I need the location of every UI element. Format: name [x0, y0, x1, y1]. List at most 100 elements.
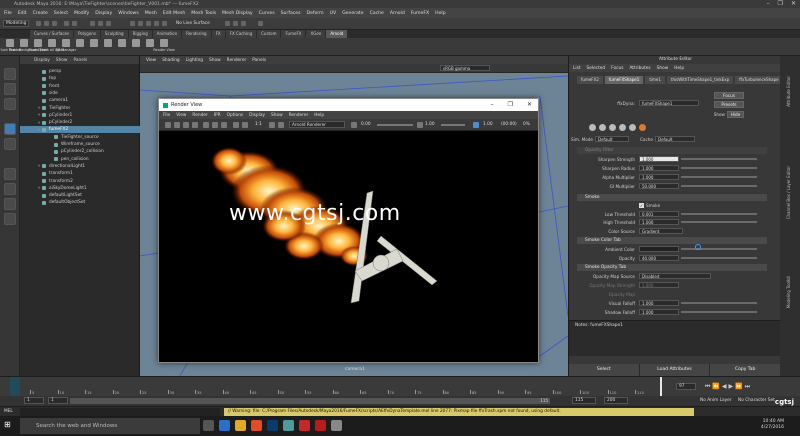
keep-image-icon[interactable] [212, 122, 218, 128]
cache-select[interactable]: Default [655, 136, 695, 142]
outliner-menu-panels[interactable]: Panels [73, 58, 87, 63]
save-scene-icon[interactable] [52, 21, 57, 26]
shelf-tab-fx-caching[interactable]: FX Caching [225, 30, 258, 38]
character-set-label[interactable]: No Character Set [738, 398, 775, 403]
render-icon[interactable] [225, 21, 230, 26]
shelf-button-10[interactable] [144, 39, 156, 55]
region-render-icon[interactable] [192, 122, 198, 128]
smoke-opacity-section[interactable]: Smoke Opacity Tab [577, 264, 767, 271]
undo-icon[interactable] [64, 21, 69, 26]
hide-button[interactable]: Hide [727, 111, 744, 118]
shelf-button-0[interactable]: Flush Texture [0, 39, 21, 55]
menu-curves[interactable]: Curves [259, 11, 275, 16]
snapshot-icon[interactable] [203, 122, 209, 128]
mel-input[interactable] [20, 408, 220, 416]
field-value[interactable]: 1.000 [639, 174, 679, 180]
menu-create[interactable]: Create [33, 11, 48, 16]
exposure-value[interactable]: 0.00 [361, 122, 371, 127]
shelf-button-3[interactable]: Flush all lights [40, 39, 64, 55]
render-menu-renderer[interactable]: Renderer [289, 113, 309, 118]
ae-menu-show[interactable]: Show [657, 66, 669, 71]
outliner-item[interactable]: + fumeFX2 [20, 126, 140, 134]
chrome-icon[interactable] [251, 420, 262, 431]
rotate-tool-icon[interactable] [4, 138, 16, 150]
layout-side-icon[interactable] [4, 198, 16, 210]
outliner-item[interactable]: + directionalLight1 [20, 163, 140, 170]
playback-start-field[interactable]: 1 [48, 397, 68, 404]
outliner-item[interactable]: + TieFighter [20, 105, 140, 112]
outliner-item[interactable]: defaultLightSet [20, 192, 140, 199]
smoke-section[interactable]: Smoke [577, 194, 767, 201]
shelf-button-1[interactable]: Flush Background [9, 39, 39, 55]
snap-view-icon[interactable] [154, 21, 159, 26]
visual-falloff-field[interactable]: 1.000 [639, 300, 679, 306]
node-name-field[interactable]: fumeFXShape1 [639, 100, 699, 106]
redo-render-icon[interactable] [165, 122, 171, 128]
render-view-minimize-button[interactable]: – [491, 101, 494, 108]
ratio-label[interactable]: 1:1 [255, 122, 262, 127]
field-slider[interactable] [681, 167, 757, 169]
anim-layer-label[interactable]: No Anim Layer [700, 398, 732, 403]
smoke-field-slider[interactable] [681, 213, 757, 215]
frame-image-icon[interactable] [269, 122, 275, 128]
alpha-channel-icon[interactable] [242, 122, 248, 128]
outliner-item[interactable]: Wireframe_source [20, 141, 140, 148]
play-back-icon[interactable]: ◀ [722, 383, 727, 391]
outliner-item[interactable]: TieFighter_source [20, 134, 140, 141]
current-frame-marker[interactable] [660, 377, 662, 396]
edge-icon[interactable] [219, 420, 230, 431]
vlc-icon[interactable] [299, 420, 310, 431]
step-forward-icon[interactable]: ⏩ [735, 383, 742, 391]
current-frame-field[interactable]: 97 [676, 383, 696, 390]
menu-windows[interactable]: Windows [118, 11, 139, 16]
shelf-tab-custom[interactable]: Custom [257, 30, 282, 38]
gamma-value[interactable]: 1.00 [425, 122, 435, 127]
menu-deform[interactable]: Deform [307, 11, 324, 16]
ae-menu-focus[interactable]: Focus [611, 66, 623, 71]
snap-point-icon[interactable] [146, 21, 151, 26]
shelf-button-8[interactable] [116, 39, 128, 55]
move-tool-icon[interactable] [4, 123, 16, 135]
menu-fumefx[interactable]: FumeFX [411, 11, 429, 16]
ae-tab[interactable]: fumeFX2 [577, 76, 603, 84]
play-forward-icon[interactable]: ▶ [729, 383, 734, 391]
visual-falloff-slider[interactable] [681, 302, 757, 304]
outliner-item[interactable]: persp [20, 68, 140, 75]
render-menu-file[interactable]: File [163, 113, 170, 118]
shelf-button-9[interactable] [130, 39, 142, 55]
select-object-icon[interactable] [98, 21, 103, 26]
menu-help[interactable]: Help [435, 11, 445, 16]
refresh-ipr-icon[interactable] [183, 122, 189, 128]
menu-generate[interactable]: Generate [342, 11, 363, 16]
shadow-falloff-slider[interactable] [681, 311, 757, 313]
render-menu-view[interactable]: View [176, 113, 186, 118]
maya-icon[interactable] [283, 420, 294, 431]
smoke-field-value[interactable]: 0.001 [639, 211, 679, 217]
live-surface-label[interactable]: No Live Surface [176, 21, 210, 26]
shelf-tab-arnold[interactable]: Arnold [326, 30, 349, 38]
outliner-item[interactable]: transform1 [20, 170, 140, 177]
viewport-menu-shading[interactable]: Shading [162, 58, 179, 63]
new-scene-icon[interactable] [36, 21, 41, 26]
preview-icon[interactable] [619, 124, 626, 131]
outliner-item[interactable]: pen_collision [20, 156, 140, 163]
color-space-select[interactable]: sRGB gamma [440, 65, 490, 71]
renderer-select[interactable]: Arnold Renderer [289, 121, 345, 128]
render-menu-help[interactable]: Help [314, 113, 324, 118]
opacity-field[interactable]: 40.000 [639, 255, 679, 261]
outliner-menu-show[interactable]: Show [56, 58, 68, 63]
menu-edit-mesh[interactable]: Edit Mesh [163, 11, 185, 16]
field-slider[interactable] [681, 176, 757, 178]
shelf-tab-animation[interactable]: Animation [152, 30, 183, 38]
photoshop-icon[interactable] [267, 420, 278, 431]
menu-mesh[interactable]: Mesh [145, 11, 157, 16]
time-slider[interactable]: 5 10 15 20 25 30 35 40 45 50 55 60 65 70 75 80 85 90 95 100… [0, 376, 800, 397]
playback-icon[interactable] [629, 124, 636, 131]
explorer-icon[interactable] [235, 420, 246, 431]
taskbar-clock[interactable]: 10:40 AM 4/27/2016 [761, 419, 784, 431]
retimer-icon[interactable] [609, 124, 616, 131]
paint-select-icon[interactable] [4, 98, 16, 110]
viewport-menu-view[interactable]: View [146, 58, 156, 63]
outliner-item[interactable]: + aiSkyDomeLight1 [20, 185, 140, 192]
outliner-item[interactable]: + pCylinder1 [20, 112, 140, 119]
